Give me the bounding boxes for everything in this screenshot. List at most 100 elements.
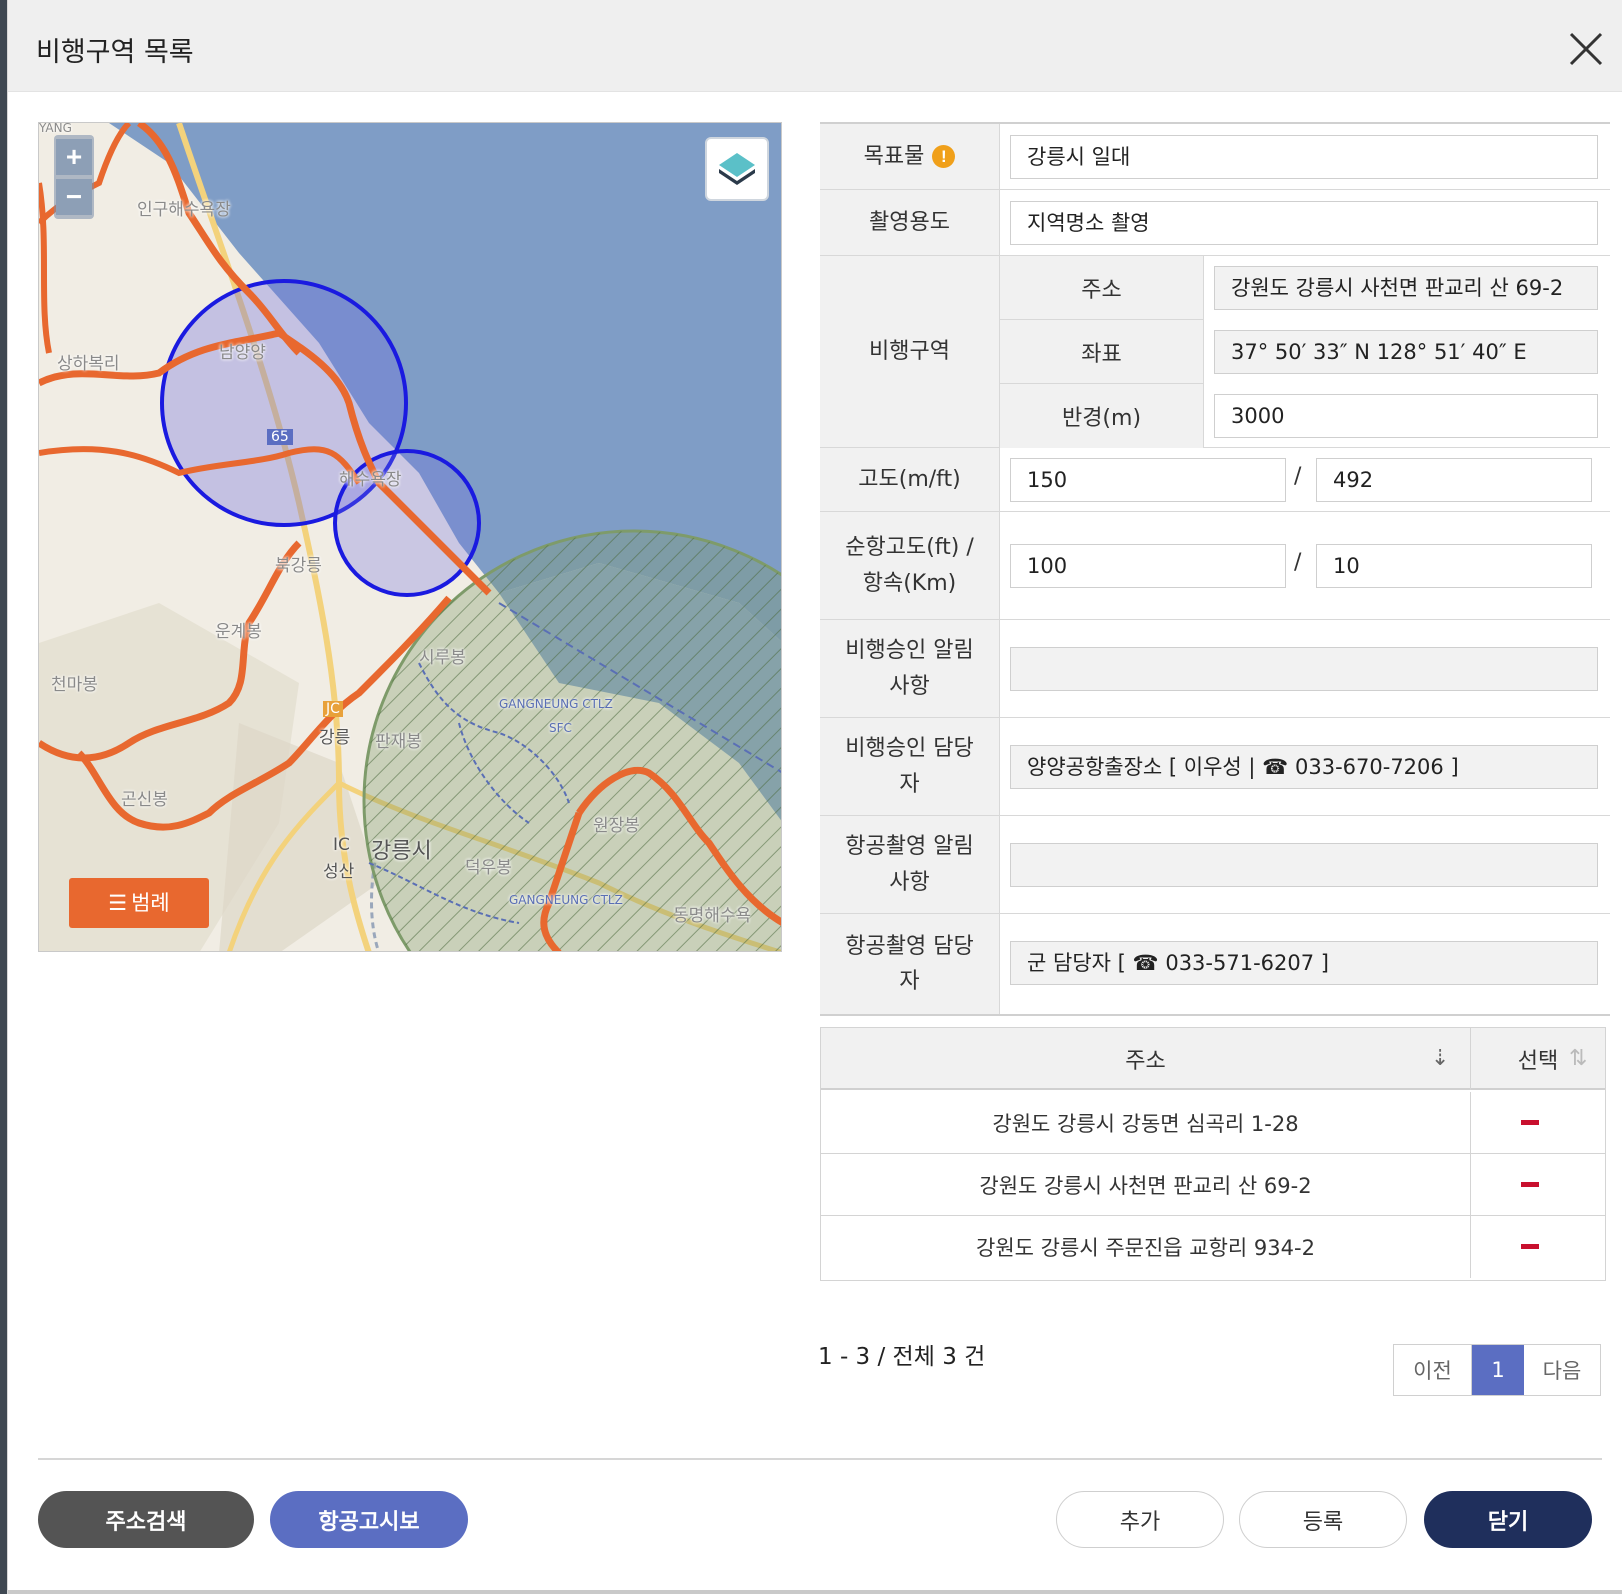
layers-icon[interactable] bbox=[705, 137, 769, 201]
modal-bottom-edge bbox=[8, 1590, 1622, 1594]
map-label: 강릉 bbox=[319, 728, 351, 748]
zoom-in-button[interactable]: + bbox=[56, 139, 92, 175]
map-label: JC bbox=[323, 701, 343, 717]
map-label: GANGNEUNG CTLZ bbox=[509, 893, 623, 907]
cruise-altitude-input[interactable]: 100 bbox=[1010, 544, 1286, 588]
area-row: 비행구역 주소 좌표 반경(m) 강원도 강릉시 사천면 판교리 산 69-2 … bbox=[820, 256, 1610, 448]
remove-icon[interactable] bbox=[1521, 1182, 1539, 1187]
warning-icon: ! bbox=[932, 145, 956, 168]
map-label: 시루봉 bbox=[419, 648, 466, 668]
radius-label: 반경(m) bbox=[1000, 384, 1204, 448]
map-label: 인구해수욕장 bbox=[137, 200, 231, 220]
target-label-cell: 목표물 ! bbox=[820, 124, 1000, 189]
purpose-input[interactable]: 지역명소 촬영 bbox=[1010, 201, 1598, 245]
photo-contact-label: 항공촬영 담당 bbox=[845, 933, 974, 959]
close-button[interactable]: 닫기 bbox=[1424, 1491, 1592, 1548]
photo-notice-label: 항공촬영 알림 bbox=[845, 834, 974, 860]
close-icon[interactable] bbox=[1563, 26, 1609, 72]
flight-notice-field bbox=[1010, 647, 1598, 691]
select-header-label: 선택 bbox=[1517, 1049, 1559, 1074]
prev-page-button[interactable]: 이전 bbox=[1394, 1345, 1472, 1395]
map-view[interactable]: YANG 인구해수욕장 남양양 상하복리 65 해수욕장 북강릉 운계봉 천마봉… bbox=[38, 122, 782, 952]
map-label: 곤신봉 bbox=[121, 790, 168, 810]
page-1-button[interactable]: 1 bbox=[1472, 1345, 1524, 1395]
map-label: 운계봉 bbox=[215, 622, 262, 642]
map-label: 해수욕장 bbox=[339, 470, 402, 490]
cruise-speed-input[interactable]: 10 bbox=[1316, 544, 1592, 588]
address-column-header[interactable]: 주소 ⇣ bbox=[821, 1028, 1471, 1090]
modal-header: 비행구역 목록 bbox=[8, 0, 1622, 92]
flight-notice-label-cell: 비행승인 알림 사항 bbox=[820, 620, 1000, 717]
target-input[interactable]: 강릉시 일대 bbox=[1010, 135, 1598, 179]
sort-desc-icon[interactable]: ⇣ bbox=[1431, 1046, 1449, 1071]
notam-button[interactable]: 항공고시보 bbox=[270, 1491, 468, 1548]
map-label: 원장봉 bbox=[593, 816, 640, 836]
photo-contact-row: 항공촬영 담당 자 군 담당자 [ ☎ 033-571-6207 ] bbox=[820, 914, 1610, 1014]
map-label: SFC bbox=[549, 721, 572, 735]
result-count: 1 - 3 / 전체 3 건 bbox=[818, 1344, 986, 1370]
purpose-row: 촬영용도 지역명소 촬영 bbox=[820, 190, 1610, 256]
target-label: 목표물 bbox=[863, 143, 925, 169]
table-row: 강원도 강릉시 사천면 판교리 산 69-2 bbox=[821, 1154, 1605, 1216]
map-canvas bbox=[39, 123, 781, 951]
photo-contact-label: 자 bbox=[899, 969, 920, 994]
select-column-header[interactable]: 선택 ⇅ bbox=[1471, 1028, 1605, 1090]
legend-button[interactable]: ☰ 범례 bbox=[69, 878, 209, 928]
pagination: 이전 1 다음 bbox=[1393, 1344, 1601, 1396]
address-cell: 강원도 강릉시 사천면 판교리 산 69-2 bbox=[821, 1154, 1471, 1216]
zoom-control: + − bbox=[54, 135, 94, 219]
map-label: 천마봉 bbox=[51, 675, 98, 695]
altitude-row: 고도(m/ft) 150 / 492 bbox=[820, 448, 1610, 512]
photo-notice-label: 사항 bbox=[889, 869, 930, 895]
coord-label: 좌표 bbox=[1000, 320, 1204, 384]
photo-notice-field bbox=[1010, 843, 1598, 887]
address-cell: 강원도 강릉시 주문진읍 교항리 934-2 bbox=[821, 1216, 1471, 1278]
map-label: 남양양 bbox=[219, 343, 266, 363]
address-field: 강원도 강릉시 사천면 판교리 산 69-2 bbox=[1214, 266, 1598, 310]
purpose-label: 촬영용도 bbox=[820, 190, 1000, 255]
map-label: GANGNEUNG CTLZ bbox=[499, 697, 613, 711]
modal-title: 비행구역 목록 bbox=[36, 37, 194, 68]
next-page-button[interactable]: 다음 bbox=[1524, 1345, 1600, 1395]
altitude-m-input[interactable]: 150 bbox=[1010, 458, 1286, 502]
flight-info-table: 목표물 ! 강릉시 일대 촬영용도 지역명소 촬영 비행구역 주소 좌표 반경(… bbox=[820, 122, 1610, 1016]
address-search-button[interactable]: 주소검색 bbox=[38, 1491, 254, 1548]
map-label: 상하복리 bbox=[57, 354, 120, 374]
remove-icon[interactable] bbox=[1521, 1120, 1539, 1125]
address-header-label: 주소 bbox=[1125, 1049, 1166, 1074]
target-row: 목표물 ! 강릉시 일대 bbox=[820, 124, 1610, 190]
add-button[interactable]: 추가 bbox=[1056, 1491, 1224, 1548]
area-label: 비행구역 bbox=[820, 256, 1000, 447]
map-label: 북강릉 bbox=[275, 556, 322, 576]
map-label: 동명해수욕 bbox=[673, 906, 752, 926]
register-button[interactable]: 등록 bbox=[1239, 1491, 1407, 1548]
cruise-row: 순항고도(ft) / 항속(Km) 100 / 10 bbox=[820, 512, 1610, 620]
flight-contact-row: 비행승인 담당 자 양양공항출장소 [ 이우성 | ☎ 033-670-7206… bbox=[820, 718, 1610, 816]
legend-label: 범례 bbox=[131, 891, 170, 915]
zoom-out-button[interactable]: − bbox=[56, 179, 92, 215]
flight-contact-label-cell: 비행승인 담당 자 bbox=[820, 718, 1000, 815]
separator: / bbox=[1294, 550, 1302, 575]
flight-notice-label: 비행승인 알림 bbox=[845, 638, 974, 664]
backdrop bbox=[0, 0, 7, 1594]
flight-contact-label: 자 bbox=[899, 771, 920, 797]
address-label: 주소 bbox=[1000, 256, 1204, 320]
map-label: 덕우봉 bbox=[465, 858, 512, 878]
table-row: 강원도 강릉시 주문진읍 교항리 934-2 bbox=[821, 1216, 1605, 1278]
sort-icon[interactable]: ⇅ bbox=[1569, 1046, 1587, 1071]
coord-field: 37° 50′ 33″ N 128° 51′ 40″ E bbox=[1214, 330, 1598, 374]
photo-contact-field: 군 담당자 [ ☎ 033-571-6207 ] bbox=[1010, 941, 1598, 985]
flight-notice-label: 사항 bbox=[889, 673, 930, 699]
map-label: 65 bbox=[267, 429, 293, 445]
radius-input[interactable]: 3000 bbox=[1214, 394, 1598, 438]
cruise-label: 순항고도(ft) / bbox=[845, 535, 974, 561]
map-label: YANG bbox=[39, 122, 72, 135]
photo-notice-label-cell: 항공촬영 알림 사항 bbox=[820, 816, 1000, 913]
remove-icon[interactable] bbox=[1521, 1244, 1539, 1249]
separator: / bbox=[1294, 464, 1302, 489]
map-label: IC bbox=[333, 835, 350, 855]
altitude-ft-input[interactable]: 492 bbox=[1316, 458, 1592, 502]
address-list-table: 주소 ⇣ 선택 ⇅ 강원도 강릉시 강동면 심곡리 1-28 강원도 강릉시 사… bbox=[820, 1027, 1606, 1281]
flight-area-modal: 비행구역 목록 YANG 인구해수욕장 남양양 상하복리 65 해수욕장 북강릉… bbox=[7, 0, 1622, 1594]
footer-divider bbox=[38, 1458, 1602, 1460]
